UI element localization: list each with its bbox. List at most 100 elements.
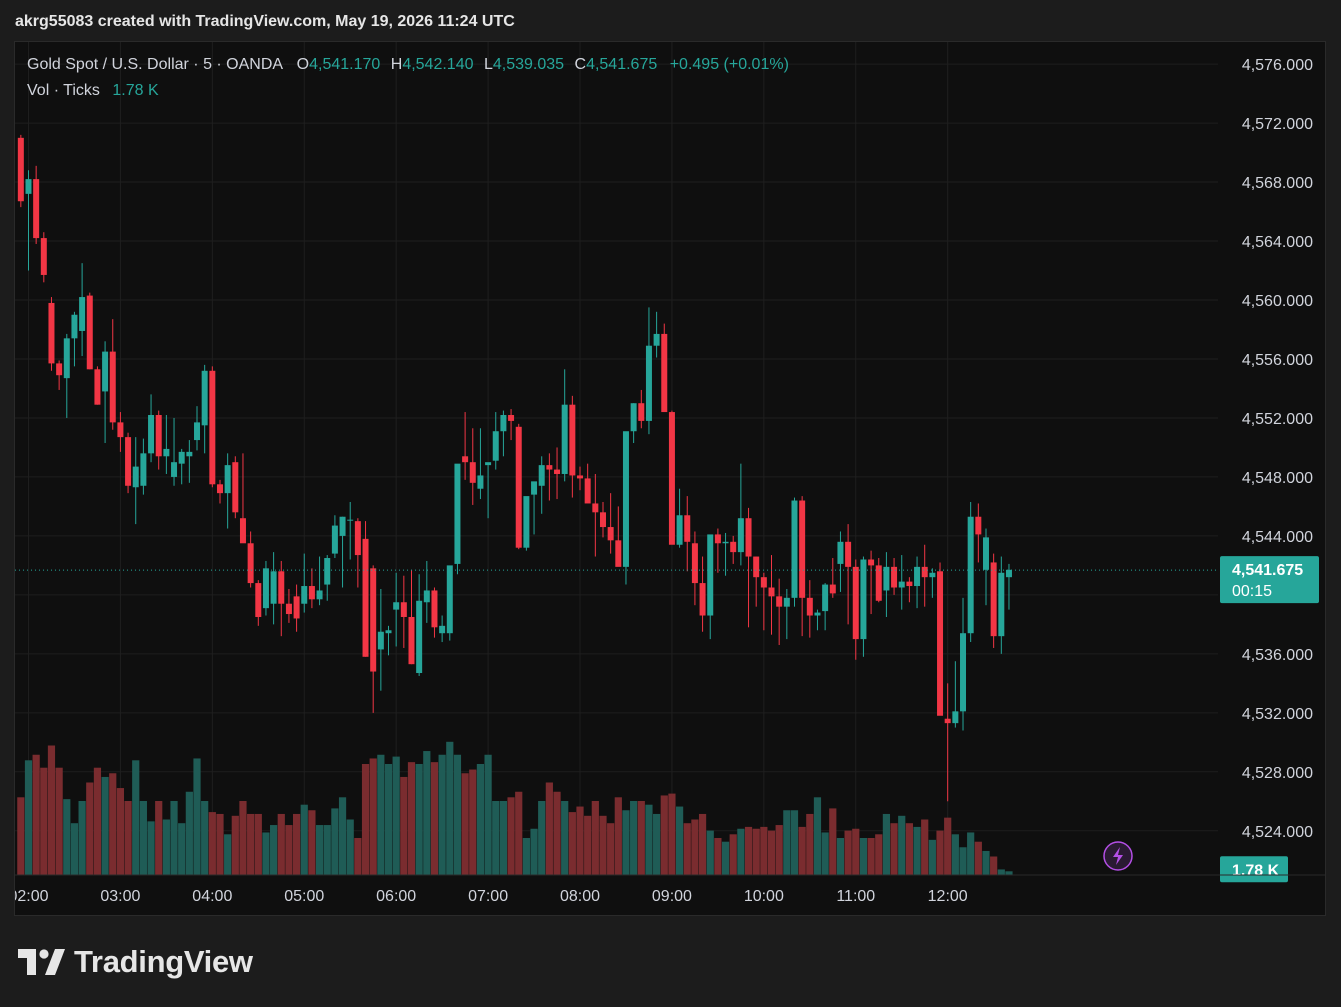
candle-body	[79, 297, 86, 331]
candle-body	[316, 590, 323, 600]
volume-bar	[178, 823, 186, 875]
candle-body	[699, 583, 706, 616]
chart-legend: Gold Spot / U.S. Dollar · 5 · OANDA O4,5…	[27, 54, 789, 106]
tradingview-logo-icon	[18, 949, 65, 975]
candle-body	[538, 465, 545, 486]
time-axis-label: 09:00	[652, 888, 692, 905]
volume-bar	[354, 838, 362, 875]
volume-bar	[568, 812, 576, 875]
volume-bar	[813, 797, 822, 875]
candle-body	[691, 543, 698, 584]
volume-bar	[361, 764, 370, 875]
volume-bar	[683, 823, 691, 875]
volume-bar	[216, 813, 224, 875]
candle-body	[408, 616, 415, 665]
volume-bar	[499, 801, 508, 875]
candle-body	[25, 179, 32, 194]
price-axis-label: 4,560.000	[1242, 293, 1313, 310]
symbol-title[interactable]: Gold Spot / U.S. Dollar · 5 · OANDA	[27, 56, 282, 73]
candle-body	[285, 603, 292, 615]
price-axis-label: 4,572.000	[1242, 116, 1313, 133]
candle-body	[454, 463, 461, 564]
volume-bar	[292, 813, 301, 875]
volume-bar	[93, 767, 102, 875]
volume-bar	[737, 828, 745, 875]
volume-bar	[798, 826, 806, 875]
time-axis-label: 12:00	[928, 888, 968, 905]
candle-body	[362, 538, 369, 657]
candle-body	[370, 568, 377, 672]
candle-body	[485, 462, 492, 466]
volume-bar	[476, 764, 485, 875]
volume-bar	[806, 813, 814, 875]
candlestick-chart[interactable]: 4,576.000 4,572.000 4,568.000 4,564.000 4,56…	[15, 42, 1325, 915]
price-axis-label: 4,552.000	[1242, 411, 1313, 428]
volume-bar	[1005, 871, 1013, 875]
symbol-legend-row: Gold Spot / U.S. Dollar · 5 · OANDA O4,5…	[27, 54, 789, 80]
candle-body	[155, 415, 162, 457]
volume-bar	[760, 826, 768, 875]
candle-body	[508, 415, 515, 421]
tradingview-brand: TradingView	[18, 944, 253, 980]
volume-bar	[323, 825, 331, 875]
candle-body	[40, 238, 47, 275]
candle-body	[745, 518, 752, 557]
candle-body	[577, 475, 584, 479]
candle-body	[63, 338, 70, 379]
volume-bar	[55, 767, 63, 875]
volume-bar	[17, 797, 25, 875]
candle-body	[278, 571, 285, 604]
volume-bar	[553, 791, 561, 875]
candle-body	[531, 481, 538, 495]
candle-body	[247, 543, 254, 584]
volume-bar	[913, 826, 921, 875]
volume-bar	[277, 813, 285, 875]
volume-bar	[247, 813, 255, 875]
volume-bar	[691, 819, 699, 875]
candle-body	[799, 500, 806, 598]
candle-body	[71, 314, 78, 339]
candle-body	[209, 370, 216, 485]
volume-bar	[224, 834, 232, 875]
volume-bar	[714, 838, 722, 875]
volume-bar	[951, 834, 959, 875]
time-axis-label: 08:00	[560, 888, 600, 905]
candle-body	[730, 541, 737, 553]
volume-bar	[331, 808, 339, 875]
candle-body	[875, 565, 882, 601]
candle-body	[822, 584, 829, 612]
volume-bar	[24, 760, 33, 875]
snapshot-caption: akrg55083 created with TradingView.com, …	[15, 13, 515, 30]
candle-body	[446, 565, 453, 634]
volume-bar	[882, 813, 891, 875]
volume-bar	[484, 754, 492, 875]
volume-bar	[407, 762, 416, 875]
candle-body	[125, 437, 132, 486]
candle-body	[201, 370, 208, 426]
volume-bar	[201, 801, 209, 875]
volume-bar	[446, 741, 454, 875]
candle-body	[630, 403, 637, 432]
volume-bar	[400, 776, 408, 875]
open-label: O	[296, 56, 310, 73]
volume-bar	[630, 801, 638, 875]
candle-body	[622, 431, 629, 567]
candle-body	[607, 527, 614, 541]
candle-body	[431, 590, 438, 628]
candle-body	[347, 519, 354, 521]
candle-body	[239, 518, 246, 544]
candle-body	[477, 475, 484, 489]
volume-bar	[492, 801, 500, 875]
candle-body	[783, 597, 790, 607]
candle-body	[753, 556, 760, 578]
candle-body	[492, 431, 499, 461]
volume-label[interactable]: Vol · Ticks	[27, 82, 100, 99]
volume-bar	[936, 830, 944, 875]
volume-bar	[721, 841, 730, 875]
chart-pane[interactable]: 4,576.000 4,572.000 4,568.000 4,564.000 4,56…	[14, 41, 1326, 916]
volume-bar	[453, 754, 462, 875]
candle-body	[883, 566, 890, 591]
candle-body	[262, 568, 269, 609]
volume-bar	[32, 754, 40, 875]
volume-bar	[576, 806, 584, 875]
